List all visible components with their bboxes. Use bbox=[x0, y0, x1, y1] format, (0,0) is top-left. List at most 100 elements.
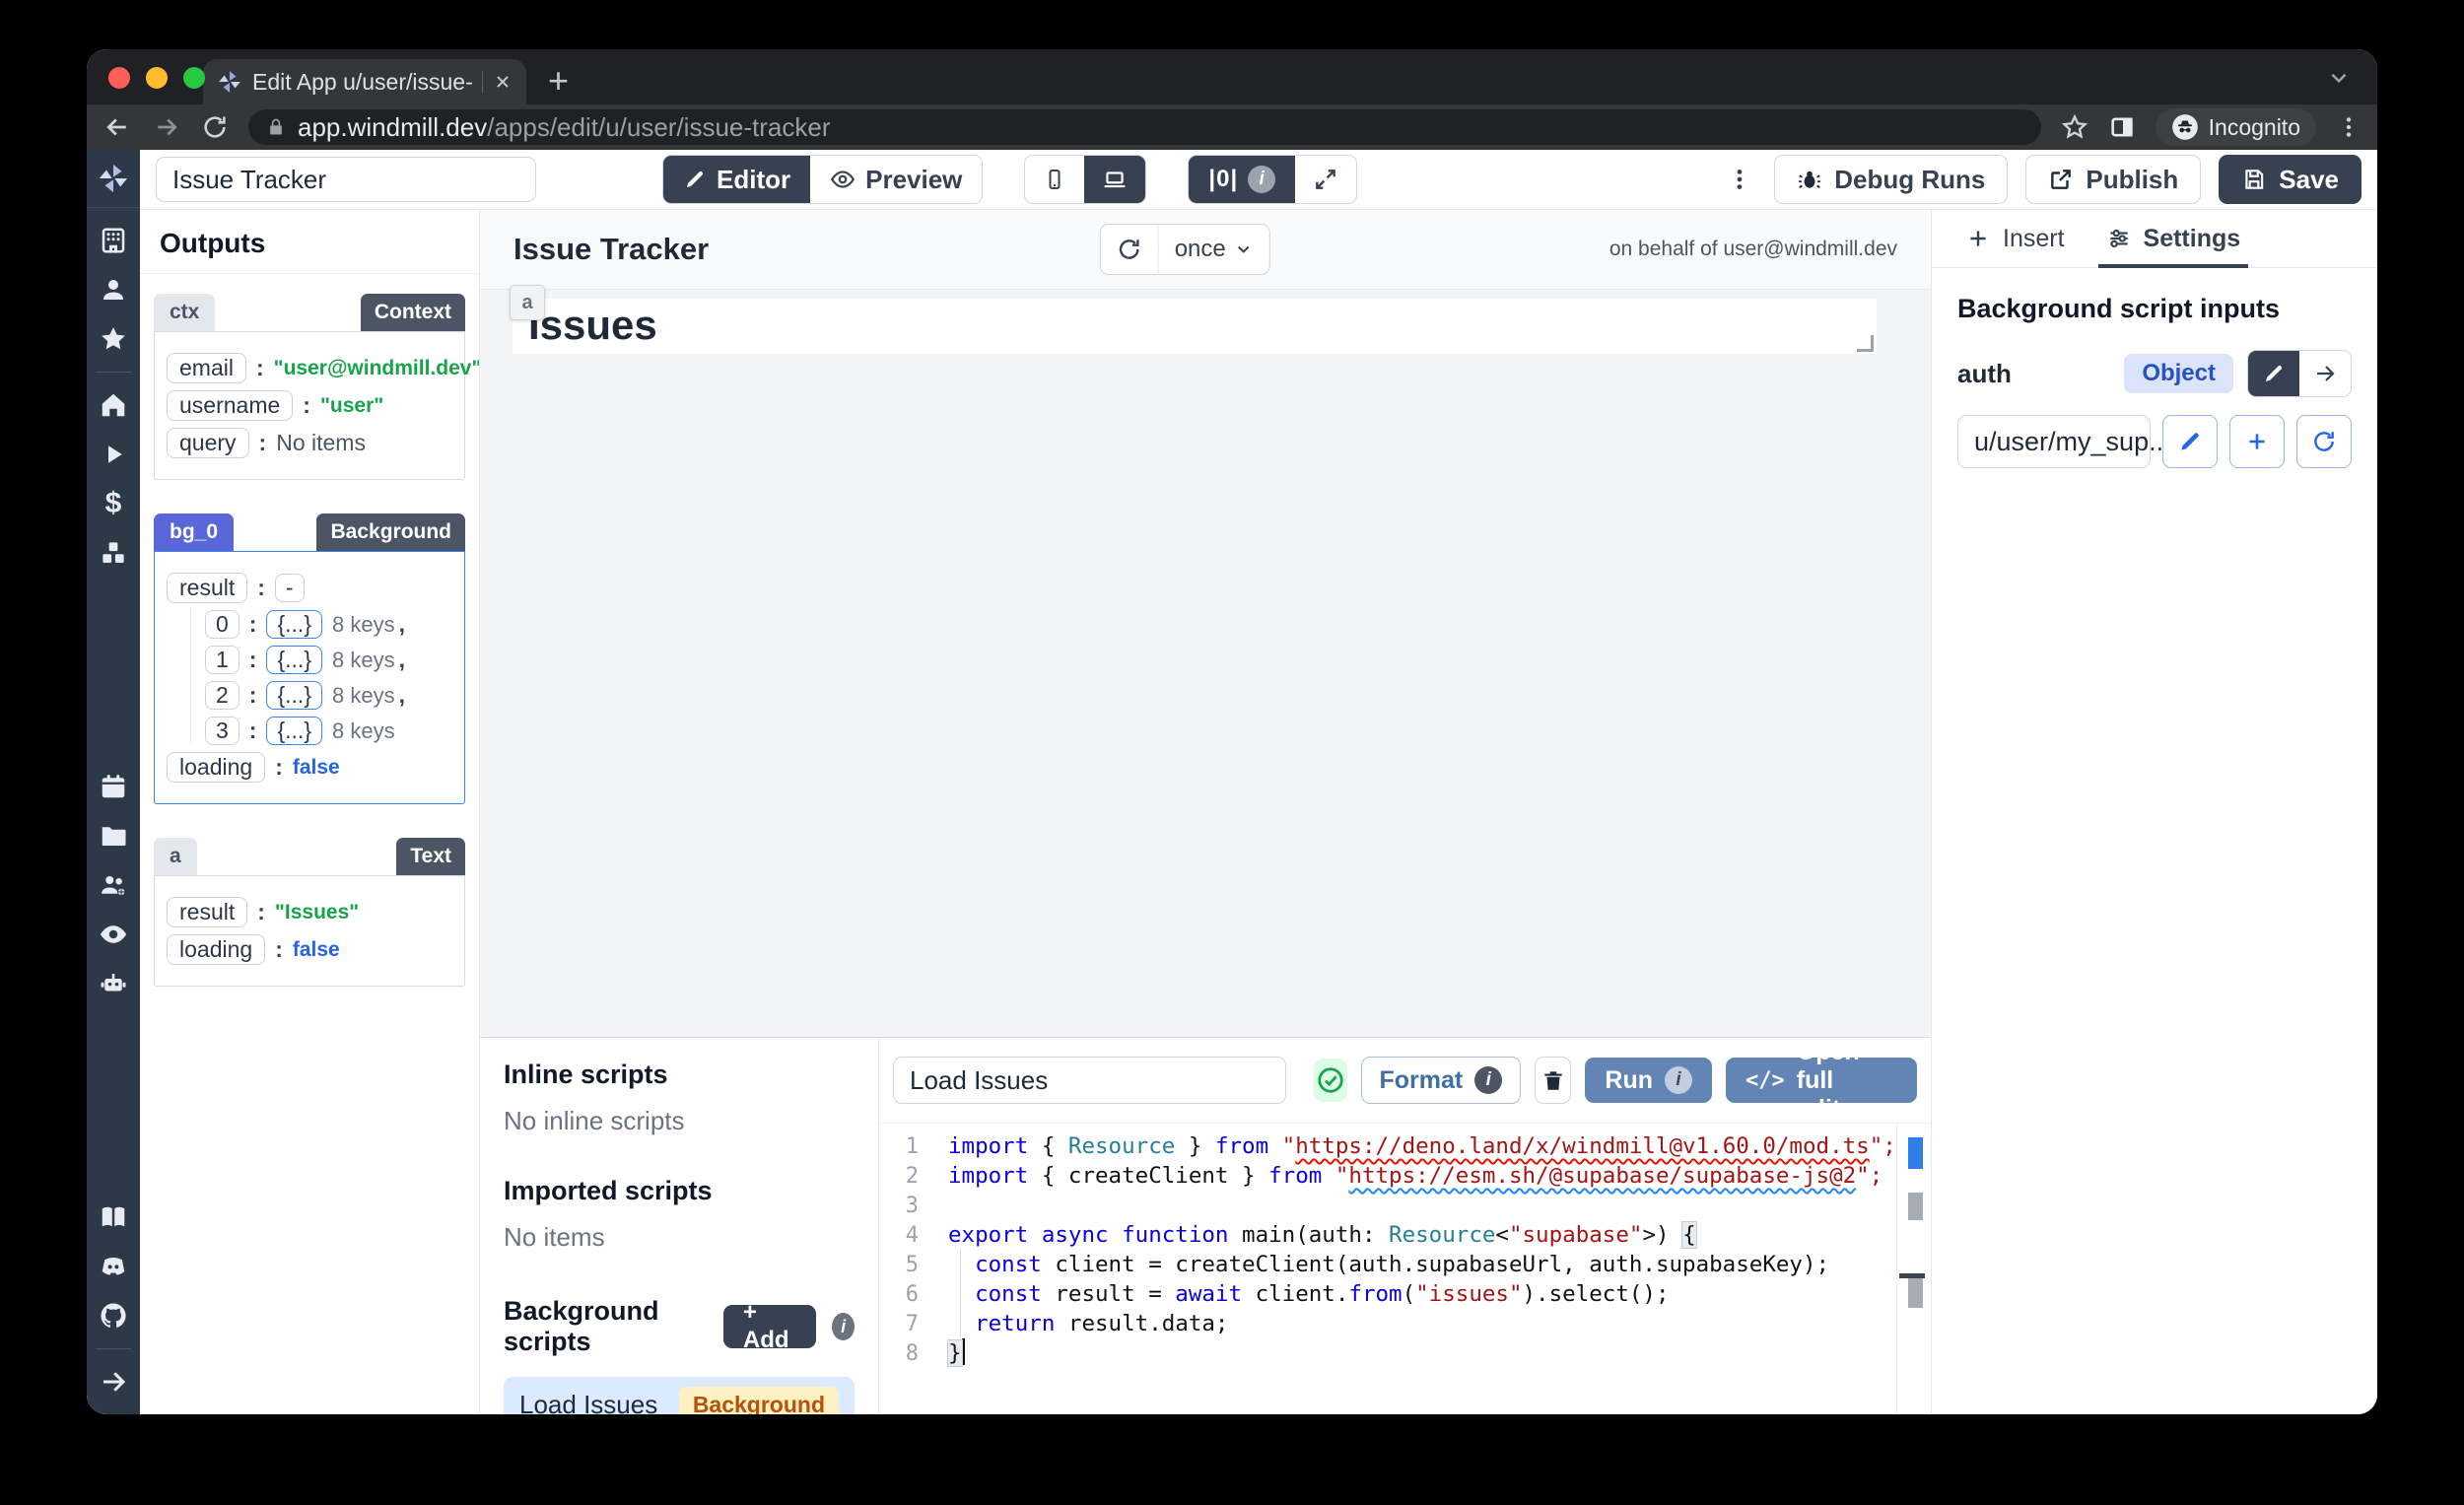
zoom-window-button[interactable] bbox=[183, 67, 205, 89]
new-tab-button[interactable]: + bbox=[548, 63, 569, 99]
script-name-input[interactable] bbox=[893, 1057, 1286, 1104]
reload-icon[interactable] bbox=[201, 113, 229, 141]
url-input[interactable]: app.windmill.dev/apps/edit/u/user/issue-… bbox=[248, 109, 2041, 145]
resources-cubes-icon[interactable] bbox=[99, 538, 128, 568]
info-icon: i bbox=[832, 1313, 855, 1340]
back-icon[interactable] bbox=[103, 112, 132, 142]
add-resource-button[interactable] bbox=[2229, 415, 2285, 468]
array-index[interactable]: 0 bbox=[205, 610, 240, 639]
save-button[interactable]: Save bbox=[2219, 155, 2361, 204]
block-type-badge: Context bbox=[361, 294, 465, 331]
output-key[interactable]: email bbox=[167, 353, 246, 383]
tab-divider bbox=[482, 71, 483, 93]
tab-settings[interactable]: Settings bbox=[2098, 210, 2249, 267]
add-background-script-button[interactable]: + Add bbox=[723, 1305, 816, 1348]
object-expander[interactable]: {...} bbox=[266, 681, 322, 710]
windmill-favicon bbox=[217, 69, 242, 95]
publish-button[interactable]: Publish bbox=[2025, 155, 2201, 204]
lint-ok-indicator bbox=[1314, 1059, 1347, 1102]
object-expander[interactable]: {...} bbox=[266, 646, 322, 674]
preview-tab[interactable]: Preview bbox=[810, 156, 982, 203]
github-icon[interactable] bbox=[99, 1301, 128, 1331]
array-index[interactable]: 3 bbox=[205, 717, 240, 745]
mobile-view-button[interactable] bbox=[1025, 156, 1084, 203]
variables-dollar-icon[interactable]: $ bbox=[99, 489, 128, 518]
block-type-badge: Text bbox=[396, 838, 465, 875]
resize-handle[interactable] bbox=[1857, 335, 1874, 352]
refresh-resource-button[interactable] bbox=[2296, 415, 2352, 468]
forward-icon[interactable] bbox=[152, 112, 181, 142]
format-button[interactable]: Formati bbox=[1361, 1057, 1522, 1104]
code-token: "; bbox=[1856, 1163, 1882, 1189]
folders-icon[interactable] bbox=[99, 821, 128, 851]
refresh-mode-select[interactable]: once bbox=[1158, 225, 1269, 274]
side-panel-icon[interactable] bbox=[2108, 113, 2136, 141]
code-token bbox=[948, 1252, 975, 1277]
user-icon[interactable] bbox=[99, 275, 128, 305]
delete-script-button[interactable] bbox=[1535, 1057, 1571, 1104]
favorites-star-icon[interactable] bbox=[99, 324, 128, 354]
code-lines: 1import { Resource } from "https://deno.… bbox=[879, 1131, 1931, 1368]
output-key[interactable]: loading bbox=[167, 752, 265, 783]
discord-icon[interactable] bbox=[99, 1252, 128, 1281]
chevron-down-icon bbox=[1234, 239, 1254, 259]
browser-tab[interactable]: Edit App u/user/issue-tracker bbox=[203, 59, 526, 104]
code-editor-area[interactable]: 1import { Resource } from "https://deno.… bbox=[879, 1124, 1931, 1414]
runs-play-icon[interactable] bbox=[99, 440, 128, 469]
schedules-calendar-icon[interactable] bbox=[99, 772, 128, 801]
object-expander[interactable]: {...} bbox=[266, 717, 322, 745]
array-index[interactable]: 2 bbox=[205, 681, 240, 710]
output-key[interactable]: result bbox=[167, 897, 247, 927]
groups-icon[interactable] bbox=[99, 870, 128, 900]
output-key[interactable]: username bbox=[167, 390, 293, 421]
app-sidebar: $ bbox=[87, 150, 140, 1414]
text-component[interactable]: a Issues bbox=[513, 299, 1877, 354]
open-full-editor-button[interactable]: </> Open full editor bbox=[1726, 1058, 1917, 1103]
resource-picker-input[interactable]: u/user/my_sup... bbox=[1957, 415, 2151, 468]
collapse-sidebar-arrow-icon[interactable] bbox=[99, 1367, 128, 1397]
object-expander[interactable]: {...} bbox=[266, 610, 322, 639]
edit-resource-button[interactable] bbox=[2162, 415, 2218, 468]
audit-eye-icon[interactable] bbox=[99, 920, 128, 949]
app-toolbar: Editor Preview |0| bbox=[140, 150, 2377, 210]
minimize-window-button[interactable] bbox=[146, 67, 168, 89]
array-index[interactable]: 1 bbox=[205, 646, 240, 674]
fullscreen-button[interactable] bbox=[1295, 156, 1356, 203]
more-options-kebab-icon[interactable] bbox=[1723, 167, 1756, 192]
inline-scripts-empty: No inline scripts bbox=[504, 1106, 855, 1136]
component-handle[interactable]: a bbox=[510, 285, 545, 320]
docs-book-icon[interactable] bbox=[99, 1202, 128, 1232]
output-key[interactable]: result bbox=[167, 573, 247, 603]
tab-close-icon[interactable] bbox=[493, 72, 513, 92]
static-mode-button[interactable] bbox=[2248, 351, 2299, 396]
output-key[interactable]: query bbox=[167, 428, 249, 458]
debug-runs-button[interactable]: Debug Runs bbox=[1774, 155, 2008, 204]
app-canvas[interactable]: a Issues bbox=[480, 290, 1931, 1037]
hide-panels-button[interactable]: |0| i bbox=[1189, 156, 1295, 203]
background-script-item[interactable]: Load Issues Background bbox=[504, 1377, 855, 1414]
close-window-button[interactable] bbox=[108, 67, 130, 89]
run-button[interactable]: Runi bbox=[1585, 1058, 1712, 1103]
info-icon: i bbox=[1665, 1066, 1692, 1094]
tab-insert[interactable]: Insert bbox=[1957, 210, 2073, 267]
editor-tab[interactable]: Editor bbox=[663, 156, 810, 203]
browser-menu-icon[interactable] bbox=[2336, 114, 2361, 140]
app-name-input[interactable] bbox=[156, 157, 536, 202]
output-key[interactable]: loading bbox=[167, 934, 265, 965]
windmill-logo[interactable] bbox=[87, 150, 140, 208]
home-icon[interactable] bbox=[99, 390, 128, 420]
code-token: { bbox=[1682, 1222, 1696, 1248]
block-id-badge: a bbox=[154, 838, 197, 875]
refresh-button[interactable] bbox=[1101, 225, 1158, 274]
tab-search-chevron-icon[interactable] bbox=[2326, 65, 2352, 91]
workspace-icon[interactable] bbox=[99, 226, 128, 255]
device-toggle bbox=[1024, 155, 1146, 204]
editor-scrollbar[interactable] bbox=[1896, 1124, 1931, 1414]
connect-mode-button[interactable] bbox=[2299, 351, 2351, 396]
bookmark-star-icon[interactable] bbox=[2061, 113, 2088, 141]
collapse-toggle[interactable]: - bbox=[275, 574, 305, 602]
robot-icon[interactable] bbox=[99, 969, 128, 998]
desktop-view-button[interactable] bbox=[1084, 156, 1145, 203]
code-token: >) bbox=[1642, 1222, 1682, 1248]
plus-icon bbox=[1965, 226, 1991, 251]
